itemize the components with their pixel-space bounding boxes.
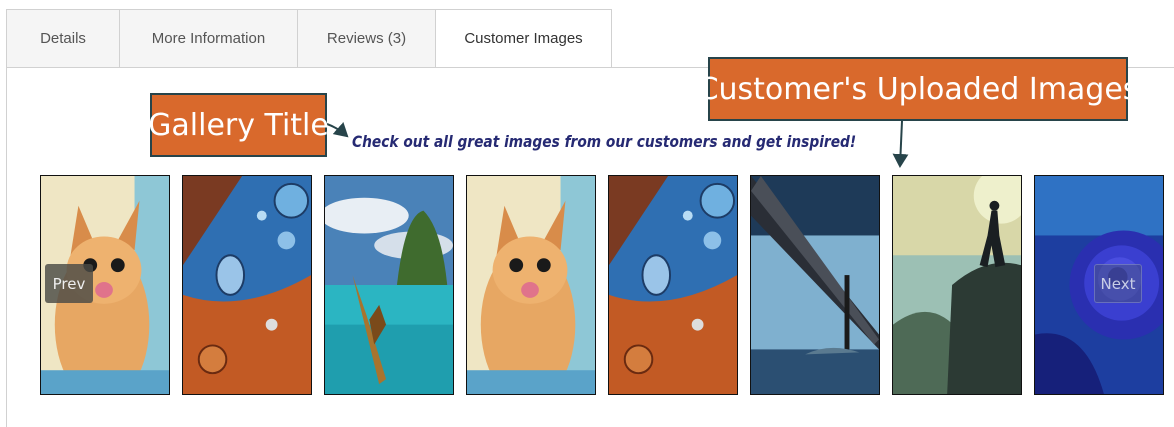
- uploaded-images-callout: Customer's Uploaded Images: [698, 57, 1138, 121]
- product-info-page: Details More Information Reviews (3) Cus…: [0, 0, 1174, 427]
- customer-image-hiker[interactable]: [892, 175, 1022, 395]
- product-tabs: Details More Information Reviews (3) Cus…: [6, 9, 612, 68]
- prev-button[interactable]: Prev: [45, 264, 93, 303]
- gallery-title: Check out all great images from our cust…: [352, 132, 857, 151]
- customer-image-water-drops[interactable]: [182, 175, 312, 395]
- tab-reviews[interactable]: Reviews (3): [297, 9, 435, 68]
- customer-image-bridge[interactable]: [750, 175, 880, 395]
- tab-more-information[interactable]: More Information: [119, 9, 297, 68]
- tab-details[interactable]: Details: [6, 9, 119, 68]
- customer-image-water-drops[interactable]: [608, 175, 738, 395]
- next-button[interactable]: Next: [1094, 264, 1142, 303]
- customer-image-boat-island[interactable]: [324, 175, 454, 395]
- customer-image-kitten[interactable]: [466, 175, 596, 395]
- tab-customer-images[interactable]: Customer Images: [435, 9, 612, 68]
- gallery-title-callout: Gallery Title: [148, 93, 329, 157]
